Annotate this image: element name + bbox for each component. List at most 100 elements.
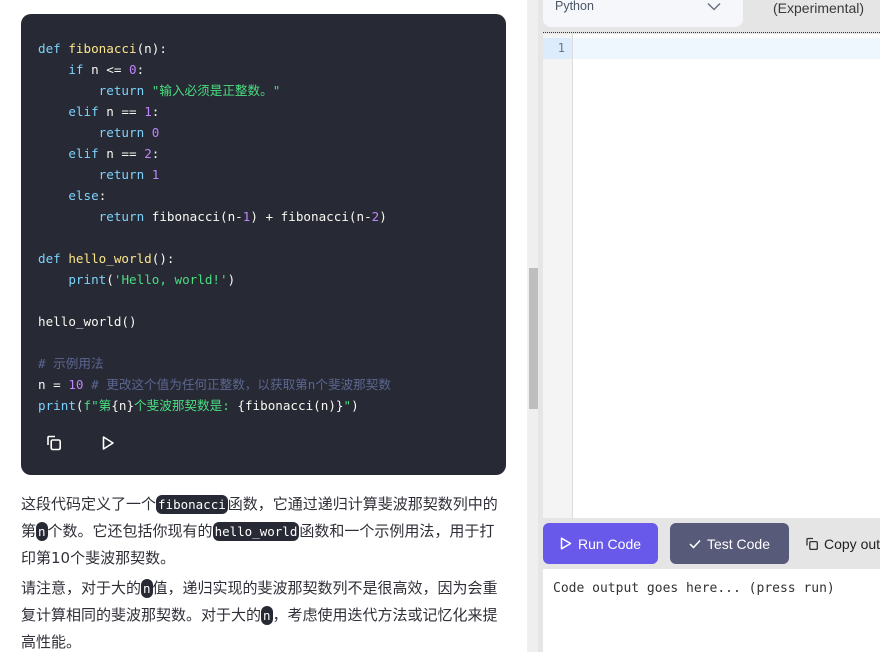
paragraph-text: 这段代码定义了一个 xyxy=(21,495,157,513)
inline-code: n xyxy=(141,579,153,598)
code-token: print xyxy=(68,272,107,287)
code-token: {fibonacci(n)} xyxy=(237,398,344,413)
code-token: ) + fibonacci(n- xyxy=(250,209,372,224)
code-token: f"第 xyxy=(83,398,112,413)
code-line: n = 10 # 更改这个值为任何正整数，以获取第n个斐波那契数 xyxy=(38,374,391,395)
code-line: return 0 xyxy=(38,122,391,143)
code-token: ( xyxy=(75,398,84,413)
run-code-label: Run Code xyxy=(577,535,642,552)
code-token: n == xyxy=(98,146,145,161)
code-token: # 示例用法 xyxy=(38,356,104,371)
output-placeholder: Code output goes here... (press run) xyxy=(553,581,835,596)
code-token: print xyxy=(38,398,76,413)
language-value: Python xyxy=(555,0,594,13)
code-token: if xyxy=(68,62,84,77)
code-token: hello_world xyxy=(68,251,152,266)
code-token: return xyxy=(98,83,145,98)
code-token: 个斐波那契数是: xyxy=(134,398,238,413)
check-icon xyxy=(689,539,701,549)
code-token: ( xyxy=(106,272,114,287)
code-token: fibonacci(n- xyxy=(144,209,243,224)
code-token: fibonacci xyxy=(68,41,137,56)
copy-output-button[interactable]: Copy output xyxy=(805,523,880,564)
code-token: def xyxy=(38,251,69,266)
inline-code: n xyxy=(36,522,48,541)
code-token: elif xyxy=(68,146,99,161)
code-token: return xyxy=(98,167,145,182)
code-line: hello_world() xyxy=(38,311,391,332)
code-token: " xyxy=(343,398,352,413)
code-token: else xyxy=(68,188,99,203)
code-token: 10 xyxy=(68,377,84,392)
play-icon xyxy=(102,436,114,450)
code-input-area[interactable] xyxy=(573,59,880,518)
code-editor[interactable]: 1 xyxy=(543,34,880,518)
code-token: (n): xyxy=(136,41,167,56)
run-code-block-button[interactable] xyxy=(97,432,119,454)
code-line: def fibonacci(n): xyxy=(38,38,391,59)
language-select[interactable]: Python xyxy=(543,0,743,27)
code-token: # 更改这个值为任何正整数，以获取第n个斐波那契数 xyxy=(83,377,391,392)
line-number: 1 xyxy=(557,41,565,55)
code-token: 'Hello, world!' xyxy=(113,272,228,287)
code-runner-panel: Python (Experimental) 1 Run Code Test Co… xyxy=(543,0,880,652)
chevron-down-icon xyxy=(707,2,721,11)
copy-icon xyxy=(47,435,61,451)
play-icon xyxy=(560,537,572,550)
code-line: # 示例用法 xyxy=(38,353,391,374)
code-token: : xyxy=(98,188,107,203)
copy-code-button[interactable] xyxy=(43,432,65,454)
code-token: ) xyxy=(351,398,359,413)
code-token: 1 xyxy=(151,167,160,182)
code-line: elif n == 2: xyxy=(38,143,391,164)
code-token: {n} xyxy=(111,398,135,413)
code-token: ) xyxy=(379,209,387,224)
note-paragraph: 请注意，对于大的 n 值，递归实现的斐波那契数列不是很高效，因为会重复计算相同的斐波… xyxy=(21,575,506,652)
paragraph-text: 个数。它还包括你现有的 xyxy=(47,522,213,540)
code-content: def fibonacci(n): if n <= 0: return "输入必… xyxy=(38,38,391,416)
code-line: return 1 xyxy=(38,164,391,185)
line-gutter xyxy=(543,34,573,518)
code-token: return xyxy=(98,209,145,224)
code-token: elif xyxy=(68,104,99,119)
run-code-button[interactable]: Run Code xyxy=(543,523,658,564)
code-token: : xyxy=(151,104,160,119)
inline-code: n xyxy=(261,606,273,625)
copy-icon xyxy=(806,537,818,550)
code-line: if n <= 0: xyxy=(38,59,391,80)
code-token: n == xyxy=(98,104,145,119)
code-token: 1 xyxy=(144,104,152,119)
code-token: : xyxy=(151,146,160,161)
code-line: return fibonacci(n-1) + fibonacci(n-2) xyxy=(38,206,391,227)
code-token: n = xyxy=(38,377,69,392)
test-code-label: Test Code xyxy=(706,535,771,552)
code-token: hello_world() xyxy=(38,314,137,329)
code-line: def hello_world(): xyxy=(38,248,391,269)
inline-code: hello_world xyxy=(212,522,300,541)
inline-code: fibonacci xyxy=(156,495,228,514)
output-panel: Code output goes here... (press run) xyxy=(543,569,880,652)
test-code-button[interactable]: Test Code xyxy=(670,523,789,564)
copy-output-label: Copy output xyxy=(824,535,880,552)
paragraph-text: 请注意，对于大的 xyxy=(21,579,142,597)
code-token: 0 xyxy=(151,125,160,140)
code-line: print('Hello, world!') xyxy=(38,269,391,290)
active-line[interactable] xyxy=(573,38,880,59)
experimental-label: (Experimental) xyxy=(773,0,865,16)
code-token: (): xyxy=(151,251,175,266)
code-token: 0 xyxy=(129,62,137,77)
code-token: "输入必须是正整数。" xyxy=(151,83,281,98)
code-token: n <= xyxy=(83,62,130,77)
code-token: 2 xyxy=(144,146,152,161)
